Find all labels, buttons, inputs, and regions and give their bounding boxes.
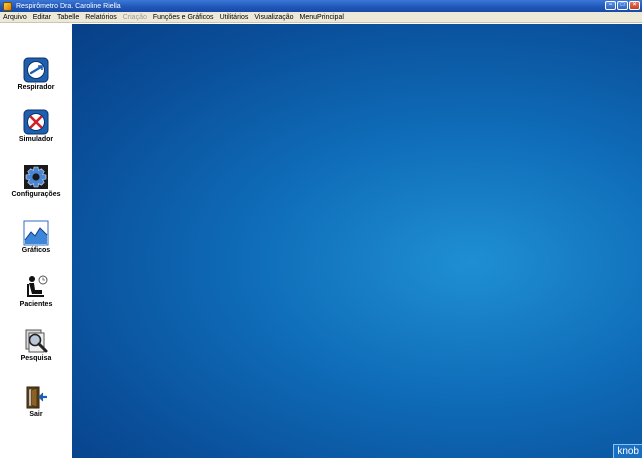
minimize-button[interactable]: −: [605, 1, 616, 10]
menu-principal[interactable]: MenuPrincipal: [297, 14, 347, 21]
desktop-area: knob: [72, 24, 642, 458]
menu-visualizacao[interactable]: Visualização: [251, 14, 296, 21]
configuracoes-label: Configurações: [11, 191, 61, 198]
maximize-button[interactable]: □: [617, 1, 628, 10]
title-bar[interactable]: Respirômetro Dra. Caroline Riella − □ ×: [0, 0, 642, 12]
menu-funcoes-graficos[interactable]: Funções e Gráficos: [150, 14, 217, 21]
menu-bar: Arquivo Editar Tabelle Relatórios Criaçã…: [0, 12, 642, 23]
graficos-label: Gráficos: [21, 247, 51, 254]
graficos-button[interactable]: Gráficos: [0, 220, 72, 254]
settings-gear-icon: [24, 165, 48, 189]
pacientes-label: Pacientes: [19, 301, 53, 308]
window-controls: − □ ×: [605, 1, 640, 10]
configuracoes-button[interactable]: Configurações: [0, 164, 72, 198]
menu-relatorios[interactable]: Relatórios: [82, 14, 120, 21]
menu-criacao: Criação: [122, 13, 147, 21]
menu-editar[interactable]: Editar: [30, 14, 54, 21]
window-title: Respirômetro Dra. Caroline Riella: [16, 2, 121, 10]
menu-utilitarios[interactable]: Utilitários: [217, 14, 252, 21]
sair-label: Sair: [29, 411, 43, 418]
sair-button[interactable]: Sair: [0, 384, 72, 418]
simulador-label: Simulador: [18, 136, 54, 143]
close-button[interactable]: ×: [629, 1, 640, 10]
sidebar-toolbar: Respirador Simulador Configurações Gráfi…: [0, 24, 72, 458]
respirator-icon: [23, 57, 49, 83]
menu-arquivo[interactable]: Arquivo: [0, 14, 30, 21]
respirador-label: Respirador: [17, 84, 55, 91]
pacientes-button[interactable]: Pacientes: [0, 274, 72, 308]
search-icon: [25, 329, 48, 353]
menu-tabelle[interactable]: Tabelle: [54, 14, 82, 21]
simulador-button[interactable]: Simulador: [0, 109, 72, 143]
pesquisa-label: Pesquisa: [20, 355, 52, 362]
app-icon: [3, 1, 12, 11]
brand-watermark: knob: [613, 444, 642, 458]
exit-door-icon: [26, 386, 47, 409]
pesquisa-button[interactable]: Pesquisa: [0, 328, 72, 362]
simulator-icon: [23, 109, 49, 135]
respirador-button[interactable]: Respirador: [0, 57, 72, 91]
chart-icon: [23, 220, 49, 246]
patient-icon: [27, 275, 48, 297]
